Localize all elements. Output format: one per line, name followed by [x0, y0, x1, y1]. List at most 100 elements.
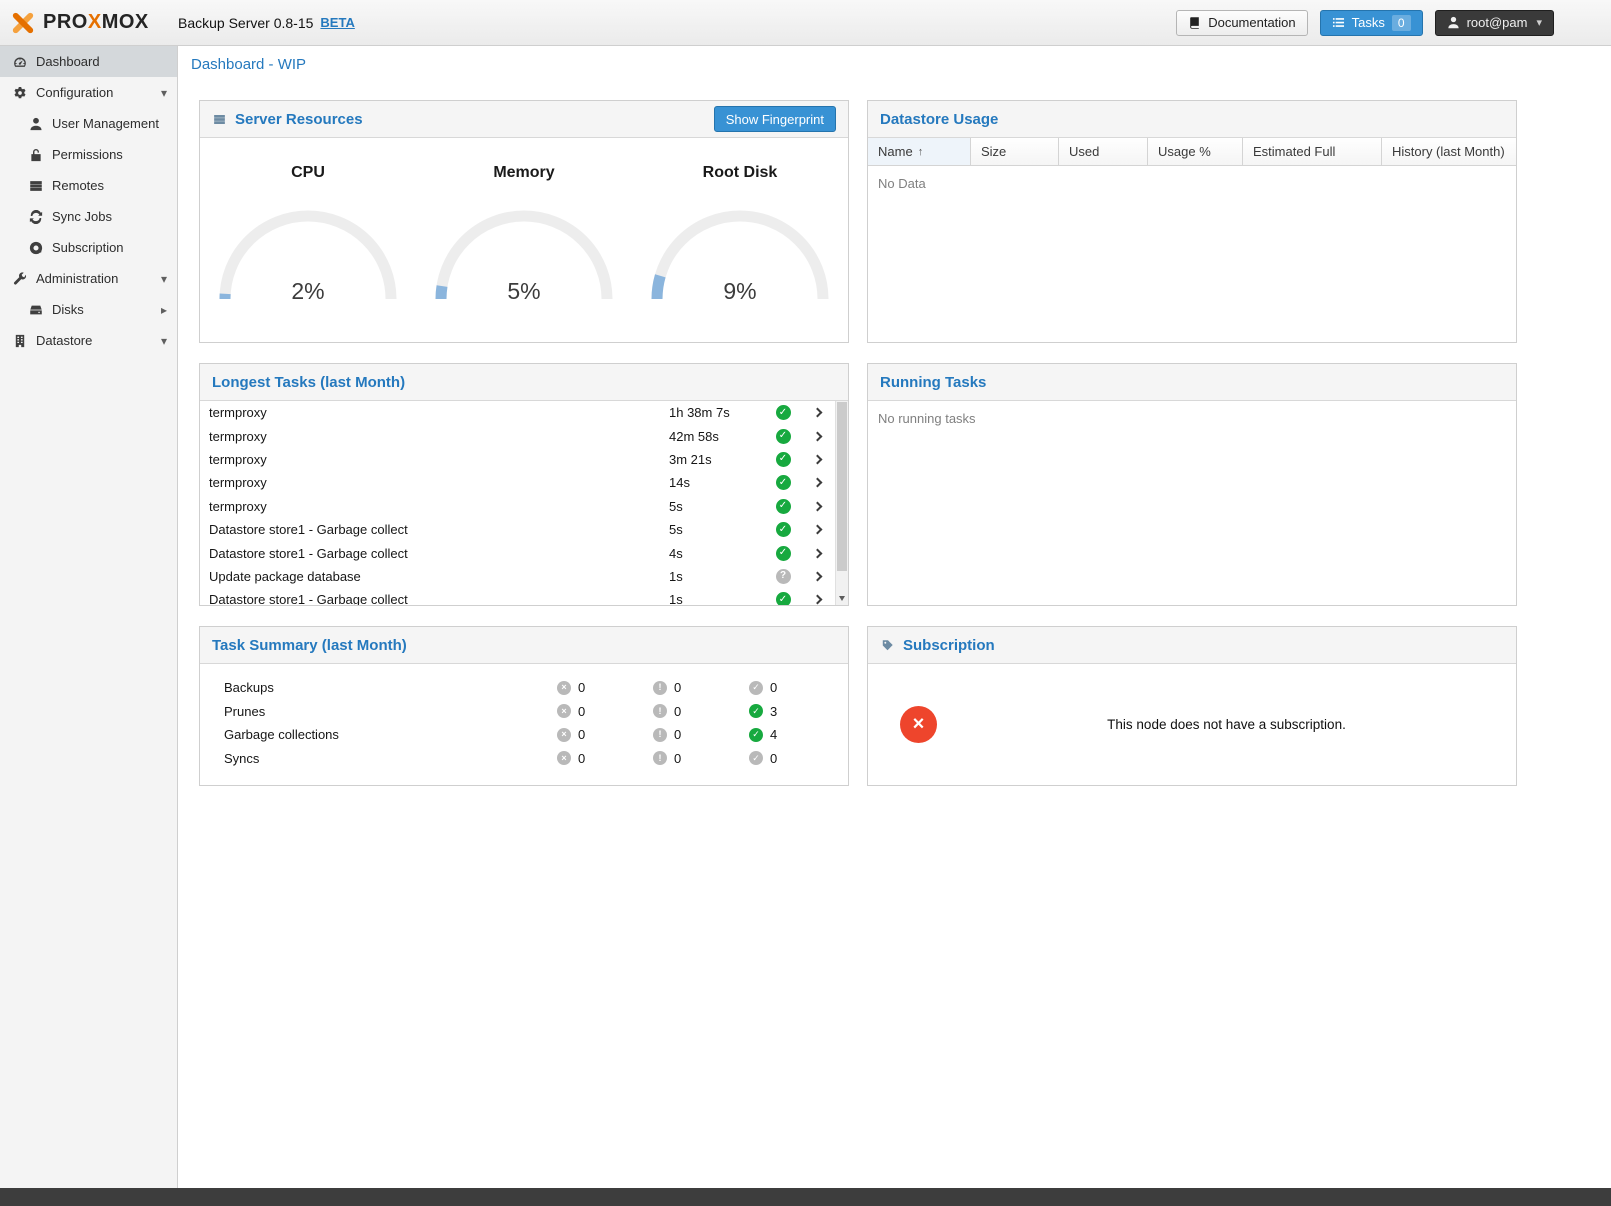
- sidebar-item-label: Datastore: [36, 333, 92, 348]
- chevron-right-icon: [812, 595, 822, 605]
- task-row[interactable]: termproxy42m 58s✓: [200, 424, 848, 447]
- gauge-label: Memory: [416, 164, 632, 182]
- beta-link[interactable]: BETA: [320, 15, 354, 30]
- building-icon: [12, 334, 28, 348]
- task-row[interactable]: termproxy3m 21s✓: [200, 448, 848, 471]
- column-label: Size: [981, 144, 1006, 159]
- sidebar-item-dashboard[interactable]: Dashboard: [0, 46, 177, 77]
- task-name: termproxy: [209, 452, 669, 467]
- scrollbar[interactable]: [835, 401, 848, 605]
- show-fingerprint-button[interactable]: Show Fingerprint: [714, 106, 836, 132]
- summary-category: Garbage collections: [224, 727, 557, 742]
- sidebar-item-datastore[interactable]: Datastore▾: [0, 325, 177, 356]
- warning-status-icon: !: [653, 728, 667, 742]
- tasks-button[interactable]: Tasks 0: [1320, 10, 1423, 36]
- task-duration: 5s: [669, 499, 766, 514]
- task-row[interactable]: Datastore store1 - Garbage collect5s✓: [200, 518, 848, 541]
- server-resources-panel: Server Resources Show Fingerprint CPU2%M…: [199, 100, 849, 343]
- warning-count: 0: [674, 680, 681, 695]
- task-duration: 3m 21s: [669, 452, 766, 467]
- running-tasks-panel: Running Tasks No running tasks: [867, 363, 1517, 606]
- error-status-icon: ×: [557, 751, 571, 765]
- column-label: Name: [878, 144, 913, 159]
- scrollbar-thumb[interactable]: [837, 402, 847, 571]
- gauges-container: CPU2%Memory5%Root Disk9%: [200, 138, 848, 342]
- ok-status-icon: ✓: [776, 429, 791, 444]
- task-name: Datastore store1 - Garbage collect: [209, 522, 669, 537]
- summary-category: Backups: [224, 680, 557, 695]
- datastore-usage-header: Datastore Usage: [868, 101, 1516, 138]
- task-row[interactable]: termproxy1h 38m 7s✓: [200, 401, 848, 424]
- open-task-button[interactable]: [800, 596, 834, 603]
- column-header-usage[interactable]: Usage %: [1148, 138, 1243, 165]
- subscription-body: × This node does not have a subscription…: [868, 664, 1516, 785]
- ok-count-cell: ✓0: [749, 680, 845, 695]
- sidebar-item-subscription[interactable]: Subscription: [0, 232, 177, 263]
- task-summary-header: Task Summary (last Month): [200, 627, 848, 664]
- user-menu-button[interactable]: root@pam ▾: [1435, 10, 1554, 36]
- sidebar-item-administration[interactable]: Administration▾: [0, 263, 177, 294]
- datastore-usage-title: Datastore Usage: [880, 111, 998, 128]
- sidebar-item-label: Subscription: [52, 240, 124, 255]
- task-status: ✓: [766, 452, 800, 467]
- open-task-button[interactable]: [800, 433, 834, 440]
- task-status: ✓: [766, 405, 800, 420]
- sidebar-item-configuration[interactable]: Configuration▾: [0, 77, 177, 108]
- column-header-history-last-month[interactable]: History (last Month): [1382, 138, 1516, 165]
- summary-row-garbage-collections[interactable]: Garbage collections×0!0✓4: [200, 723, 848, 747]
- task-row[interactable]: termproxy14s✓: [200, 471, 848, 494]
- column-header-used[interactable]: Used: [1059, 138, 1148, 165]
- task-name: termproxy: [209, 405, 669, 420]
- summary-row-prunes[interactable]: Prunes×0!0✓3: [200, 700, 848, 724]
- sidebar-item-user-management[interactable]: User Management: [0, 108, 177, 139]
- ok-status-icon: ✓: [749, 704, 763, 718]
- summary-row-backups[interactable]: Backups×0!0✓0: [200, 676, 848, 700]
- sidebar-nav: DashboardConfiguration▾User ManagementPe…: [0, 46, 177, 356]
- app-version: Backup Server 0.8-15: [178, 15, 313, 31]
- sidebar-item-disks[interactable]: Disks▸: [0, 294, 177, 325]
- sidebar-item-permissions[interactable]: Permissions: [0, 139, 177, 170]
- documentation-button[interactable]: Documentation: [1176, 10, 1307, 36]
- open-task-button[interactable]: [800, 456, 834, 463]
- sidebar-item-sync-jobs[interactable]: Sync Jobs: [0, 201, 177, 232]
- task-name: termproxy: [209, 499, 669, 514]
- task-summary-panel: Task Summary (last Month) Backups×0!0✓0P…: [199, 626, 849, 786]
- ok-status-icon: ✓: [749, 728, 763, 742]
- open-task-button[interactable]: [800, 479, 834, 486]
- scrollbar-down-arrow[interactable]: [836, 592, 848, 605]
- column-header-size[interactable]: Size: [971, 138, 1059, 165]
- ok-count-cell: ✓3: [749, 704, 845, 719]
- warning-count-cell: !0: [653, 704, 749, 719]
- gauge-arc: 9%: [647, 202, 833, 302]
- main-content: Dashboard - WIP Server Resources Show Fi…: [178, 46, 1611, 1188]
- summary-row-syncs[interactable]: Syncs×0!0✓0: [200, 747, 848, 771]
- error-count-cell: ×0: [557, 751, 653, 766]
- column-header-name[interactable]: Name↑: [868, 138, 971, 165]
- sidebar-item-remotes[interactable]: Remotes: [0, 170, 177, 201]
- open-task-button[interactable]: [800, 573, 834, 580]
- warning-status-icon: !: [653, 704, 667, 718]
- chevron-right-icon: [812, 478, 822, 488]
- error-status-icon: ×: [557, 704, 571, 718]
- task-row[interactable]: Datastore store1 - Garbage collect4s✓: [200, 541, 848, 564]
- page-title: Dashboard - WIP: [178, 46, 1611, 82]
- ok-count: 0: [770, 680, 777, 695]
- support-icon: [28, 241, 44, 255]
- open-task-button[interactable]: [800, 409, 834, 416]
- server-resources-title: Server Resources: [235, 111, 363, 128]
- warning-count: 0: [674, 751, 681, 766]
- open-task-button[interactable]: [800, 526, 834, 533]
- column-header-estimated-full[interactable]: Estimated Full: [1243, 138, 1382, 165]
- proxmox-logo-icon: [10, 10, 36, 36]
- task-row[interactable]: Datastore store1 - Garbage collect1s✓: [200, 588, 848, 605]
- task-row[interactable]: Update package database1s?: [200, 565, 848, 588]
- ticket-icon: [880, 639, 895, 652]
- task-row[interactable]: termproxy5s✓: [200, 495, 848, 518]
- caret-down-icon: ▾: [1536, 16, 1542, 29]
- open-task-button[interactable]: [800, 550, 834, 557]
- longest-tasks-body: termproxy1h 38m 7s✓termproxy42m 58s✓term…: [200, 401, 848, 605]
- top-header: PROXMOX Backup Server 0.8-15 BETA Docume…: [0, 0, 1611, 46]
- chevron-right-icon: [812, 525, 822, 535]
- open-task-button[interactable]: [800, 503, 834, 510]
- tasks-count-badge: 0: [1392, 15, 1411, 31]
